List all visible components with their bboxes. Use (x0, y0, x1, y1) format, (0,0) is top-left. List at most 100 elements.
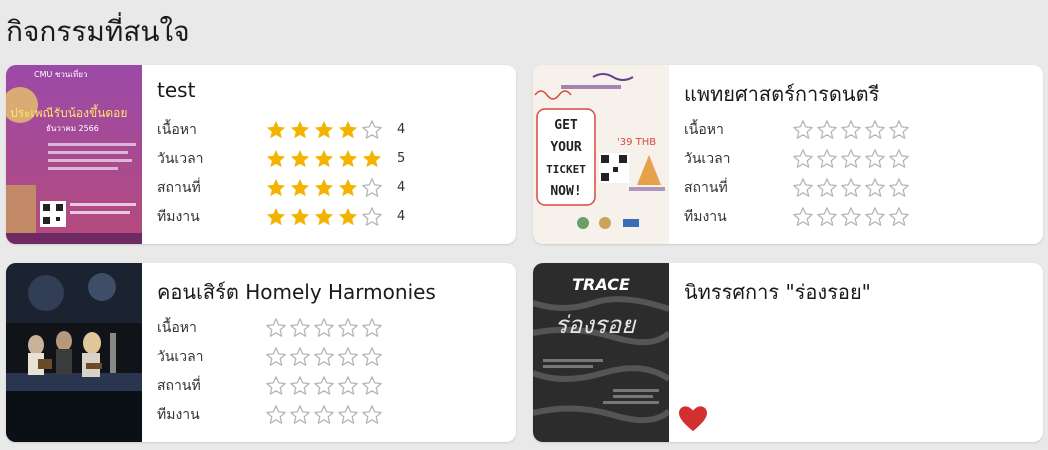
star-empty-icon[interactable] (840, 148, 862, 170)
star-empty-icon[interactable] (864, 148, 886, 170)
star-filled-icon[interactable] (337, 148, 359, 170)
event-poster-image[interactable]: GET YOUR TICKET NOW! '39 THB (533, 65, 669, 244)
star-filled-icon[interactable] (289, 119, 311, 141)
event-poster-image[interactable]: TRACE ร่องรอย (533, 263, 669, 442)
rating-row-content: เนื้อหา (684, 115, 912, 144)
star-filled-icon[interactable] (361, 148, 383, 170)
star-empty-icon[interactable] (888, 148, 910, 170)
activity-card[interactable]: GET YOUR TICKET NOW! '39 THB แพทยศาสตร์ก… (533, 65, 1043, 244)
rating-score: 4 (397, 209, 406, 224)
star-empty-icon[interactable] (313, 404, 335, 426)
star-empty-icon[interactable] (289, 404, 311, 426)
rating-row-venue: สถานที่ (157, 371, 385, 400)
star-empty-icon[interactable] (337, 375, 359, 397)
star-empty-icon[interactable] (864, 206, 886, 228)
star-filled-icon[interactable] (313, 177, 335, 199)
star-empty-icon[interactable] (816, 119, 838, 141)
star-rating[interactable] (792, 148, 912, 170)
favorite-heart-icon[interactable] (678, 405, 708, 433)
rating-row-venue: สถานที่ 4 (157, 173, 405, 202)
rating-row-datetime: วันเวลา 5 (157, 144, 405, 173)
star-empty-icon[interactable] (361, 177, 383, 199)
star-rating[interactable] (265, 119, 385, 141)
star-filled-icon[interactable] (313, 148, 335, 170)
star-empty-icon[interactable] (265, 346, 287, 368)
star-empty-icon[interactable] (816, 206, 838, 228)
rating-row-datetime: วันเวลา (684, 144, 912, 173)
star-empty-icon[interactable] (289, 375, 311, 397)
star-filled-icon[interactable] (337, 177, 359, 199)
card-title[interactable]: คอนเสิร์ต Homely Harmonies (157, 276, 436, 308)
poster-text: YOUR (550, 140, 581, 155)
star-empty-icon[interactable] (313, 346, 335, 368)
rating-row-venue: สถานที่ (684, 173, 912, 202)
rating-row-team: ทีมงาน (684, 202, 912, 231)
rating-row-team: ทีมงาน 4 (157, 202, 405, 231)
star-empty-icon[interactable] (289, 346, 311, 368)
star-empty-icon[interactable] (289, 317, 311, 339)
star-filled-icon[interactable] (265, 148, 287, 170)
star-empty-icon[interactable] (840, 177, 862, 199)
activity-card[interactable]: CMU ชวนเที่ยว ประเพณีรับน้องขึ้นดอย ธันว… (6, 65, 516, 244)
star-empty-icon[interactable] (792, 177, 814, 199)
star-empty-icon[interactable] (313, 317, 335, 339)
star-filled-icon[interactable] (289, 148, 311, 170)
star-rating[interactable] (792, 119, 912, 141)
star-empty-icon[interactable] (888, 119, 910, 141)
rating-row-team: ทีมงาน (157, 400, 385, 429)
star-filled-icon[interactable] (289, 177, 311, 199)
star-rating[interactable] (265, 375, 385, 397)
star-rating[interactable] (265, 346, 385, 368)
star-empty-icon[interactable] (313, 375, 335, 397)
star-rating[interactable] (265, 404, 385, 426)
star-empty-icon[interactable] (840, 119, 862, 141)
star-empty-icon[interactable] (361, 375, 383, 397)
star-filled-icon[interactable] (289, 206, 311, 228)
star-empty-icon[interactable] (265, 317, 287, 339)
star-empty-icon[interactable] (864, 119, 886, 141)
star-filled-icon[interactable] (337, 119, 359, 141)
star-empty-icon[interactable] (361, 317, 383, 339)
star-empty-icon[interactable] (361, 119, 383, 141)
rating-list: เนื้อหา 4 วันเวลา 5 สถานที่ 4 ทีมงาน 4 (157, 115, 405, 231)
star-empty-icon[interactable] (792, 206, 814, 228)
card-title[interactable]: แพทยศาสตร์การดนตรี (684, 78, 879, 110)
rating-label: ทีมงาน (157, 208, 200, 225)
star-empty-icon[interactable] (361, 206, 383, 228)
star-empty-icon[interactable] (361, 346, 383, 368)
star-empty-icon[interactable] (265, 404, 287, 426)
star-filled-icon[interactable] (265, 119, 287, 141)
card-title[interactable]: test (157, 78, 195, 102)
star-empty-icon[interactable] (361, 404, 383, 426)
card-title[interactable]: นิทรรศการ "ร่องรอย" (684, 276, 871, 308)
star-filled-icon[interactable] (265, 206, 287, 228)
star-filled-icon[interactable] (313, 119, 335, 141)
star-filled-icon[interactable] (313, 206, 335, 228)
star-empty-icon[interactable] (816, 177, 838, 199)
star-rating[interactable] (265, 177, 385, 199)
activity-card[interactable]: คอนเสิร์ต Homely Harmonies เนื้อหา วันเว… (6, 263, 516, 442)
star-empty-icon[interactable] (816, 148, 838, 170)
star-empty-icon[interactable] (792, 119, 814, 141)
star-rating[interactable] (792, 177, 912, 199)
star-empty-icon[interactable] (265, 375, 287, 397)
star-rating[interactable] (265, 206, 385, 228)
activity-card[interactable]: TRACE ร่องรอย นิทรรศการ "ร่องรอย" (533, 263, 1043, 442)
star-filled-icon[interactable] (337, 206, 359, 228)
star-rating[interactable] (265, 317, 385, 339)
star-empty-icon[interactable] (864, 177, 886, 199)
event-poster-image[interactable]: CMU ชวนเที่ยว ประเพณีรับน้องขึ้นดอย ธันว… (6, 65, 142, 244)
star-empty-icon[interactable] (792, 148, 814, 170)
star-empty-icon[interactable] (337, 317, 359, 339)
rating-label: วันเวลา (684, 150, 731, 167)
event-photo-image[interactable] (6, 263, 142, 442)
star-empty-icon[interactable] (337, 346, 359, 368)
star-empty-icon[interactable] (337, 404, 359, 426)
star-empty-icon[interactable] (840, 206, 862, 228)
star-empty-icon[interactable] (888, 206, 910, 228)
poster-text: NOW! (550, 184, 581, 199)
star-filled-icon[interactable] (265, 177, 287, 199)
star-rating[interactable] (265, 148, 385, 170)
star-empty-icon[interactable] (888, 177, 910, 199)
star-rating[interactable] (792, 206, 912, 228)
